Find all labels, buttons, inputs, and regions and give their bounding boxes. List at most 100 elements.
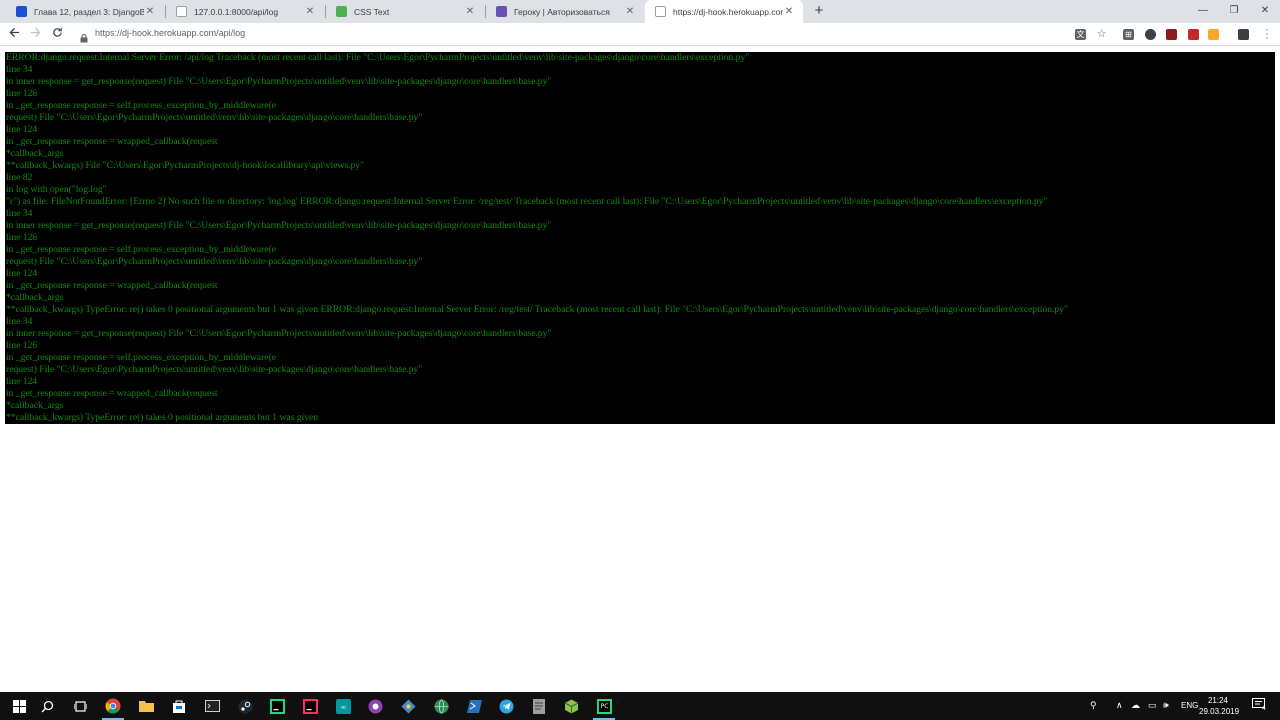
extension-icon[interactable]: [1208, 29, 1219, 40]
language-indicator[interactable]: ENG: [1181, 701, 1198, 710]
extension-icon[interactable]: [1238, 29, 1249, 40]
log-line: in _get_response response = wrapped_call…: [6, 136, 218, 147]
tab-dj-hook-log[interactable]: https://dj-hook.herokuapp.com/api/log ✕: [645, 0, 803, 23]
page-viewport: ERROR:django.request:Internal Server Err…: [0, 47, 1280, 692]
browser-toolbar: https://dj-hook.herokuapp.com/api/log 文 …: [0, 23, 1280, 46]
djangobook-favicon-icon: [16, 6, 27, 17]
tab-title: Глава 12, раздел 3: DjangoBook: [34, 6, 144, 17]
tab-title: Героку | Авторизоваться: [514, 6, 610, 17]
forward-arrow-icon[interactable]: [27, 26, 44, 43]
log-line: request) File "C:\Users\Egor\PycharmProj…: [6, 112, 423, 123]
log-line: request) File "C:\Users\Egor\PycharmProj…: [6, 256, 423, 267]
store-icon[interactable]: [169, 696, 189, 716]
svg-text:∞: ∞: [340, 703, 346, 711]
system-clock[interactable]: 21:24 29.03.2019: [1199, 695, 1240, 717]
close-tab-icon[interactable]: ✕: [783, 6, 795, 17]
telegram-icon[interactable]: [496, 696, 516, 716]
pycharm-active-icon[interactable]: PC: [594, 696, 614, 716]
minimize-button[interactable]: —: [1188, 0, 1218, 23]
log-line: in _get_response response = self.process…: [6, 100, 276, 111]
volume-icon[interactable]: 🕪: [1163, 700, 1169, 711]
tab-localhost-log[interactable]: 127.0.0.1:8000/api/log ✕: [166, 0, 324, 23]
close-tab-icon[interactable]: ✕: [304, 6, 316, 17]
log-line: request) File "C:\Users\Egor\PycharmProj…: [6, 364, 423, 375]
log-line: line 82: [6, 172, 33, 183]
log-line: in _get_response response = wrapped_call…: [6, 280, 218, 291]
chevron-up-icon[interactable]: ∧: [1116, 700, 1123, 711]
browser-globe-icon[interactable]: [431, 696, 451, 716]
steam-icon[interactable]: [235, 696, 255, 716]
log-line: line 124: [6, 376, 38, 387]
notification-count-badge: 4: [1262, 705, 1266, 712]
close-tab-icon[interactable]: ✕: [624, 6, 636, 17]
tab-title: 127.0.0.1:8000/api/log: [194, 6, 279, 17]
log-line: in _get_response response = wrapped_call…: [6, 388, 218, 399]
log-line: "r") as file: FileNotFoundError: [Errno …: [6, 196, 1048, 207]
windows-start-icon[interactable]: [9, 696, 29, 716]
log-line: in _get_response response = self.process…: [6, 352, 276, 363]
css-favicon-icon: [336, 6, 347, 17]
close-tab-icon[interactable]: ✕: [464, 6, 476, 17]
log-line: line 126: [6, 232, 38, 243]
tab-title: CSS Text: [354, 6, 390, 17]
clock-time: 21:24: [1207, 696, 1229, 705]
page-favicon-icon: [176, 6, 187, 17]
log-line: **callback_kwargs) TypeError: re() takes…: [6, 304, 1068, 315]
log-line: line 126: [6, 340, 38, 351]
log-line: *callback_args: [6, 400, 64, 411]
log-line: **callback_kwargs) TypeError: re() takes…: [6, 412, 319, 423]
search-icon[interactable]: [37, 696, 57, 716]
log-line: line 126: [6, 88, 38, 99]
media-player-icon[interactable]: [365, 696, 385, 716]
powershell-icon[interactable]: [464, 696, 484, 716]
log-line: in inner response = get_response(request…: [6, 220, 552, 231]
close-tab-icon[interactable]: ✕: [144, 6, 156, 17]
tab-css-text[interactable]: CSS Text ✕: [326, 0, 484, 23]
page-favicon-icon: [655, 6, 666, 17]
extension-icon[interactable]: [1188, 29, 1199, 40]
new-tab-button[interactable]: +: [810, 2, 828, 20]
extension-icon[interactable]: [1145, 29, 1156, 40]
address-bar[interactable]: https://dj-hook.herokuapp.com/api/log: [95, 28, 245, 38]
bookmark-star-icon[interactable]: ☆: [1096, 29, 1107, 40]
clock-date: 29.03.2019: [1199, 707, 1240, 716]
tab-title: https://dj-hook.herokuapp.com/api/log: [673, 6, 783, 17]
reload-icon[interactable]: [49, 26, 66, 43]
task-view-icon[interactable]: [70, 696, 90, 716]
network-icon[interactable]: ▭: [1148, 700, 1157, 711]
lock-icon[interactable]: [80, 30, 88, 43]
log-line: *callback_args: [6, 292, 64, 303]
arduino-icon[interactable]: ∞: [333, 696, 353, 716]
heroku-favicon-icon: [496, 6, 507, 17]
close-window-button[interactable]: ✕: [1250, 0, 1280, 23]
pycharm-icon[interactable]: [267, 696, 287, 716]
people-icon[interactable]: ⚲: [1090, 700, 1097, 711]
file-explorer-icon[interactable]: [136, 696, 156, 716]
extension-icon[interactable]: [1166, 29, 1177, 40]
windows-taskbar: ∞ PC ⚲ ∧ ☁ ▭ 🕪 ENG 21:24 29.03.2019 4: [0, 692, 1280, 720]
back-arrow-icon[interactable]: [6, 26, 23, 43]
log-line: in _get_response response = self.process…: [6, 244, 276, 255]
notepad-icon[interactable]: [529, 696, 549, 716]
log-line: line 34: [6, 208, 33, 219]
log-line: **callback_kwargs) File "C:\Users\Egor\P…: [6, 160, 365, 171]
log-line: in log with open("log.log": [6, 184, 107, 195]
more-menu-icon[interactable]: · · ·: [1264, 25, 1270, 44]
tab-heroku-login[interactable]: Героку | Авторизоваться ✕: [486, 0, 644, 23]
terminal-icon[interactable]: [202, 696, 222, 716]
chrome-icon[interactable]: [103, 696, 123, 716]
package-cube-icon[interactable]: [561, 696, 581, 716]
git-client-icon[interactable]: [398, 696, 418, 716]
log-line: *callback_args: [6, 148, 64, 159]
svg-text:PC: PC: [600, 703, 608, 710]
translate-icon[interactable]: 文: [1075, 29, 1086, 40]
onedrive-cloud-icon[interactable]: ☁: [1131, 700, 1140, 711]
log-line: line 124: [6, 268, 38, 279]
intellij-icon[interactable]: [300, 696, 320, 716]
tab-djangobook[interactable]: Глава 12, раздел 3: DjangoBook ✕: [6, 0, 164, 23]
maximize-button[interactable]: ❐: [1219, 0, 1249, 23]
log-line: in inner response = get_response(request…: [6, 76, 552, 87]
extension-icon[interactable]: ⊞: [1123, 29, 1134, 40]
log-output: ERROR:django.request:Internal Server Err…: [5, 52, 1275, 424]
log-line: in inner response = get_response(request…: [6, 328, 552, 339]
